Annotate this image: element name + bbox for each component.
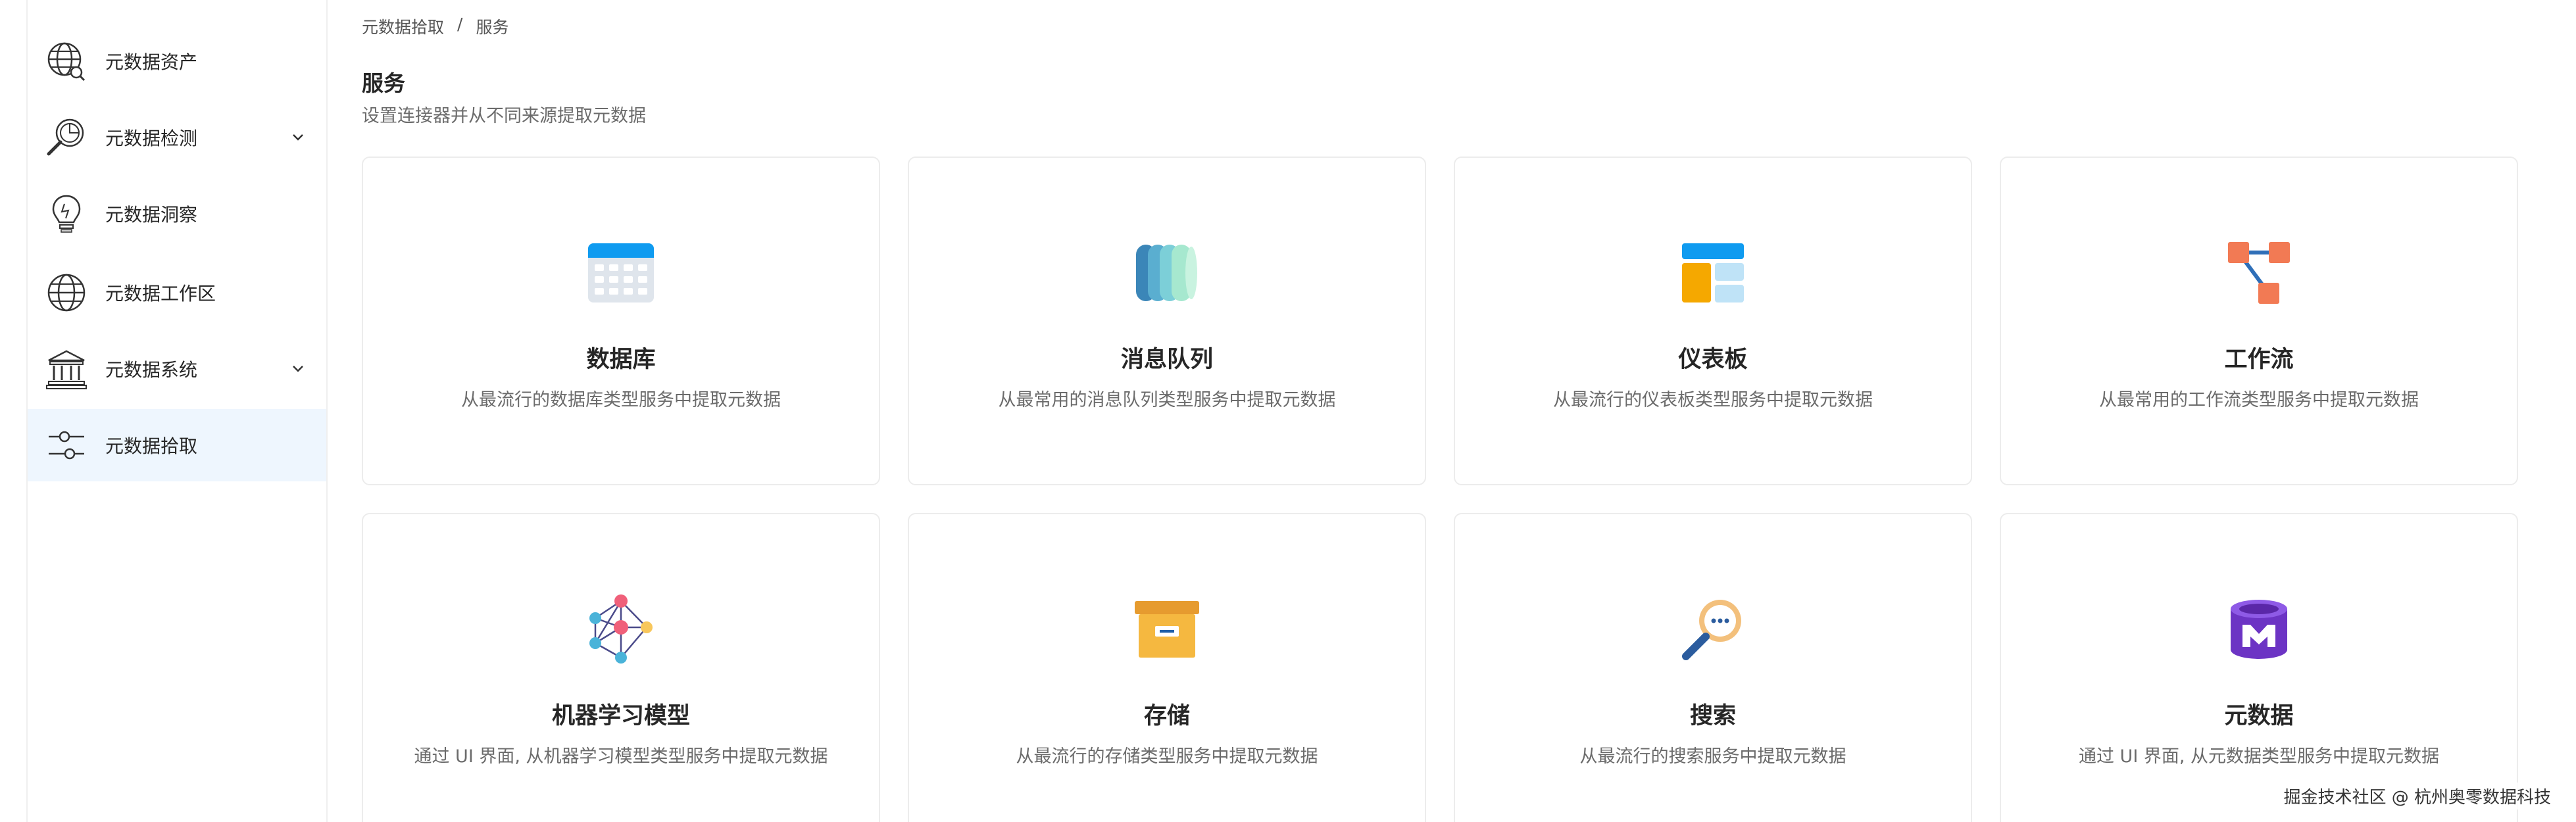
service-card-workflow[interactable]: 工作流 从最常用的工作流类型服务中提取元数据 bbox=[2000, 157, 2518, 485]
sidebar-item-label: 元数据洞察 bbox=[105, 204, 198, 226]
card-description: 从最流行的仪表板类型服务中提取元数据 bbox=[1553, 390, 1873, 410]
workflow-icon bbox=[2223, 237, 2295, 309]
card-title: 工作流 bbox=[2224, 347, 2294, 373]
bank-building-icon bbox=[45, 347, 88, 391]
chevron-down-icon[interactable] bbox=[288, 128, 308, 147]
search-magnifier-icon bbox=[1677, 593, 1749, 665]
sidebar-item-label: 元数据工作区 bbox=[105, 283, 216, 304]
card-description: 从最常用的工作流类型服务中提取元数据 bbox=[2099, 390, 2419, 410]
ml-network-icon bbox=[585, 593, 657, 665]
dashboard-icon bbox=[1677, 237, 1749, 309]
sidebar-item-metadata-system[interactable]: 元数据系统 bbox=[28, 333, 326, 405]
storage-box-icon bbox=[1131, 593, 1203, 665]
chevron-down-icon[interactable] bbox=[288, 359, 308, 379]
service-card-dashboard[interactable]: 仪表板 从最流行的仪表板类型服务中提取元数据 bbox=[1454, 157, 1972, 485]
watermark: 掘金技术社区 @ 杭州奥零数据科技 bbox=[2279, 783, 2555, 810]
sidebar-item-metadata-workspace[interactable]: 元数据工作区 bbox=[28, 256, 326, 329]
breadcrumb-separator: / bbox=[457, 14, 463, 34]
card-description: 从最流行的数据库类型服务中提取元数据 bbox=[461, 390, 781, 410]
globe-icon bbox=[45, 271, 88, 314]
sidebar-item-metadata-insights[interactable]: 元数据洞察 bbox=[28, 178, 326, 250]
breadcrumb-current: 服务 bbox=[476, 18, 509, 37]
card-title: 存储 bbox=[1143, 703, 1190, 729]
card-description: 从最流行的搜索服务中提取元数据 bbox=[1579, 746, 1846, 767]
sidebar-item-metadata-assets[interactable]: 元数据资产 bbox=[28, 25, 326, 97]
card-title: 搜索 bbox=[1689, 703, 1736, 729]
sidebar-item-label: 元数据检测 bbox=[105, 128, 198, 149]
breadcrumb-link[interactable]: 元数据拾取 bbox=[362, 14, 444, 38]
service-card-database[interactable]: 数据库 从最流行的数据库类型服务中提取元数据 bbox=[362, 157, 880, 485]
sliders-icon bbox=[45, 423, 88, 467]
message-queue-icon bbox=[1131, 237, 1203, 309]
sidebar-item-metadata-detection[interactable]: 元数据检测 bbox=[28, 101, 326, 174]
card-title: 仪表板 bbox=[1678, 347, 1748, 373]
page-subtitle: 设置连接器并从不同来源提取元数据 bbox=[362, 106, 646, 126]
sidebar-item-label: 元数据拾取 bbox=[105, 435, 198, 457]
card-description: 通过 UI 界面, 从机器学习模型类型服务中提取元数据 bbox=[414, 746, 828, 767]
card-title: 消息队列 bbox=[1120, 347, 1213, 373]
card-description: 从最流行的存储类型服务中提取元数据 bbox=[1016, 746, 1318, 767]
card-title: 元数据 bbox=[2224, 703, 2294, 729]
app-root: 元数据资产 元数据检测 元数据洞察 元数据工作区 元数据系统 元数据拾取 元数据… bbox=[0, 0, 2576, 822]
card-title: 机器学习模型 bbox=[551, 703, 690, 729]
breadcrumb: 元数据拾取 / 服务 bbox=[362, 14, 508, 38]
service-card-search[interactable]: 搜索 从最流行的搜索服务中提取元数据 bbox=[1454, 513, 1972, 822]
database-table-icon bbox=[585, 237, 657, 309]
globe-search-icon bbox=[45, 39, 88, 83]
service-card-message-queue[interactable]: 消息队列 从最常用的消息队列类型服务中提取元数据 bbox=[908, 157, 1426, 485]
card-title: 数据库 bbox=[586, 347, 656, 373]
service-card-metadata[interactable]: 元数据 通过 UI 界面, 从元数据类型服务中提取元数据 bbox=[2000, 513, 2518, 822]
sidebar-item-metadata-ingestion[interactable]: 元数据拾取 bbox=[28, 409, 326, 481]
card-description: 通过 UI 界面, 从元数据类型服务中提取元数据 bbox=[2078, 746, 2440, 767]
metadata-cylinder-icon bbox=[2223, 593, 2295, 665]
service-card-ml-model[interactable]: 机器学习模型 通过 UI 界面, 从机器学习模型类型服务中提取元数据 bbox=[362, 513, 880, 822]
card-description: 从最常用的消息队列类型服务中提取元数据 bbox=[998, 390, 1336, 410]
sidebar: 元数据资产 元数据检测 元数据洞察 元数据工作区 元数据系统 元数据拾取 bbox=[26, 0, 328, 822]
lightbulb-icon bbox=[45, 192, 88, 235]
page-title: 服务 bbox=[362, 70, 405, 96]
sidebar-item-label: 元数据系统 bbox=[105, 359, 198, 381]
service-card-storage[interactable]: 存储 从最流行的存储类型服务中提取元数据 bbox=[908, 513, 1426, 822]
sidebar-item-label: 元数据资产 bbox=[105, 51, 198, 73]
magnifier-chart-icon bbox=[45, 116, 88, 159]
